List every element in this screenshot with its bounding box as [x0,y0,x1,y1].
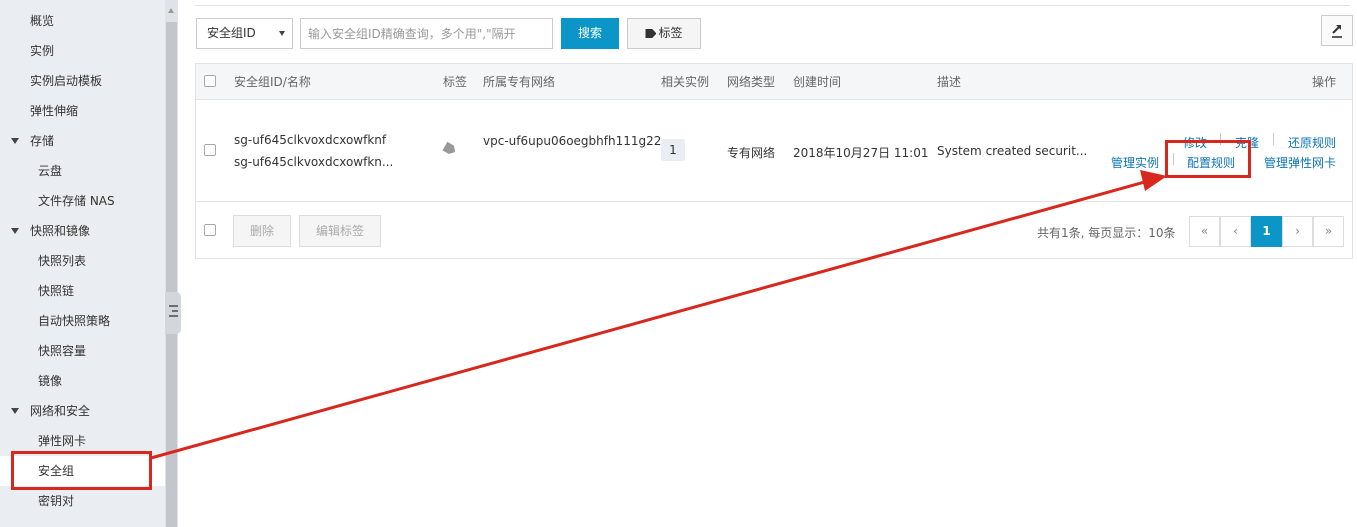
arrow-head [1140,170,1167,191]
console-app: 概览 实例 实例启动模板 弹性伸缩 存储 云盘 文件存储 NAS 快照和镜像 快照列表 快照链 自动… [0,0,1357,527]
annotation-arrow [150,170,1167,460]
arrow-line [150,178,1153,460]
